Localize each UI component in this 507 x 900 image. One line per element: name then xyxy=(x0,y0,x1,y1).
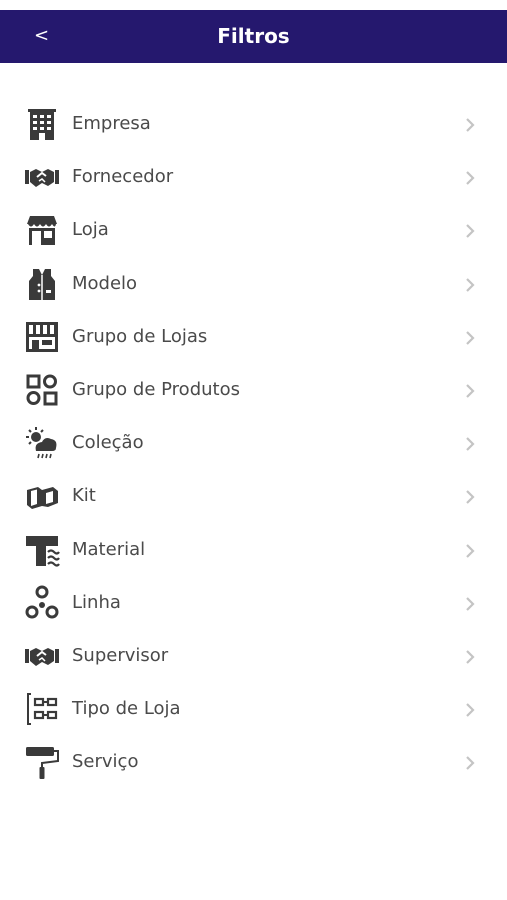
filter-item-supervisor[interactable]: Supervisor xyxy=(0,630,507,683)
filter-item-material[interactable]: Material xyxy=(0,524,507,577)
hierarchy-icon xyxy=(27,693,58,726)
filter-item-loja[interactable]: Loja xyxy=(0,204,507,257)
app-header: < Filtros xyxy=(0,10,507,63)
chevron-right-icon xyxy=(466,330,475,345)
chevron-right-icon xyxy=(466,490,475,505)
filter-item-label: Kit xyxy=(72,485,96,507)
filter-item-tipo-de-loja[interactable]: Tipo de Loja xyxy=(0,683,507,736)
filter-item-kit[interactable]: Kit xyxy=(0,470,507,523)
fabric-icon xyxy=(26,535,60,567)
paint-roller-icon xyxy=(26,747,59,780)
store-group-icon xyxy=(26,321,58,352)
filter-item-servico[interactable]: Serviço xyxy=(0,736,507,789)
chevron-right-icon xyxy=(466,118,475,132)
filter-item-label: Loja xyxy=(72,219,109,241)
shapes-grid-icon xyxy=(26,374,58,406)
filter-item-label: Grupo de Lojas xyxy=(72,325,208,347)
chevron-right-icon xyxy=(466,596,475,611)
molecule-icon xyxy=(25,585,59,619)
chevron-right-icon xyxy=(466,543,475,558)
weather-icon xyxy=(26,427,57,459)
filter-item-label: Supervisor xyxy=(72,644,169,666)
handshake-icon xyxy=(25,169,59,188)
filter-item-fornecedor[interactable]: Fornecedor xyxy=(0,151,507,204)
filter-item-label: Modelo xyxy=(72,272,138,294)
filter-item-empresa[interactable]: Empresa xyxy=(0,98,507,151)
filter-item-label: Coleção xyxy=(72,432,144,454)
chevron-right-icon xyxy=(466,171,475,185)
handshake-icon xyxy=(25,647,59,666)
filter-item-modelo[interactable]: Modelo xyxy=(0,258,507,311)
store-icon xyxy=(27,216,57,246)
filter-item-label: Empresa xyxy=(72,113,151,134)
box-open-icon xyxy=(27,487,58,510)
page-title: Filtros xyxy=(217,24,290,48)
filter-item-linha[interactable]: Linha xyxy=(0,577,507,630)
filter-item-label: Linha xyxy=(72,591,121,613)
filter-list: Empresa Fornecedor Loja Modelo Grupo de … xyxy=(0,98,507,789)
building-icon xyxy=(28,109,56,140)
chevron-right-icon xyxy=(466,756,475,771)
filter-item-colecao[interactable]: Coleção xyxy=(0,417,507,470)
chevron-right-icon xyxy=(466,650,475,664)
chevron-right-icon xyxy=(466,224,475,239)
filter-item-label: Grupo de Produtos xyxy=(72,378,240,400)
filter-item-grupo-de-produtos[interactable]: Grupo de Produtos xyxy=(0,364,507,417)
chevron-right-icon xyxy=(466,277,475,292)
filter-item-grupo-de-lojas[interactable]: Grupo de Lojas xyxy=(0,311,507,364)
filter-item-label: Material xyxy=(72,538,146,560)
filter-item-label: Fornecedor xyxy=(72,166,174,188)
chevron-right-icon xyxy=(466,384,475,398)
filter-item-label: Serviço xyxy=(72,751,139,773)
chevron-right-icon xyxy=(466,437,475,451)
chevron-right-icon xyxy=(466,703,475,717)
filter-item-label: Tipo de Loja xyxy=(72,698,181,720)
top-strip xyxy=(0,0,507,10)
vest-icon xyxy=(29,268,55,300)
